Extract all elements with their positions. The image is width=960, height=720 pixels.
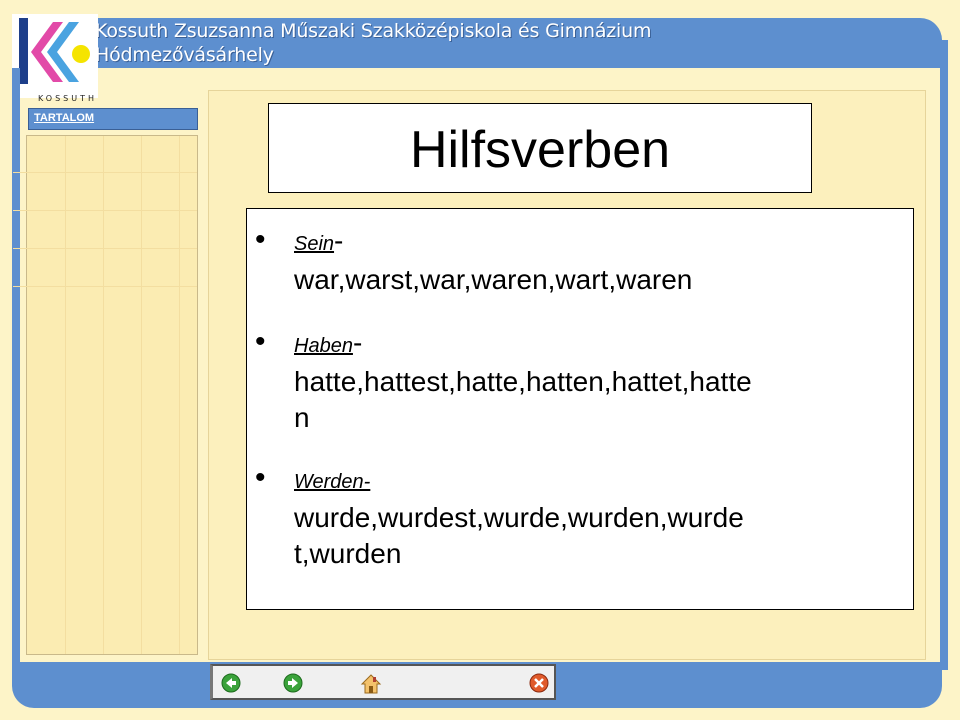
grid-line	[141, 136, 142, 654]
verb-forms: n	[294, 402, 310, 433]
verb-term: Sein	[294, 233, 335, 255]
close-button[interactable]	[529, 673, 549, 693]
verb-term: Haben	[294, 335, 353, 357]
verb-forms: t,wurden	[294, 538, 402, 569]
grid-line	[13, 286, 197, 287]
header: Kossuth Zsuzsanna Műszaki Szakközépiskol…	[0, 0, 960, 90]
verb-dash: -	[352, 327, 363, 358]
grid-line	[13, 248, 197, 249]
list-item: Werden- wurde,wurdest,wurde,wurden,wurde…	[294, 461, 904, 572]
sidebar-panel	[13, 135, 198, 655]
verb-forms: hatte,hattest,hatte,hatten,hattet,hatte	[294, 366, 752, 397]
bullet-icon: •	[255, 223, 266, 256]
verb-forms: war,warst,war,waren,wart,waren	[294, 264, 693, 295]
slide-body: • Sein- war,warst,war,waren,wart,waren •…	[246, 208, 914, 610]
k-logo-icon	[19, 18, 90, 84]
back-icon[interactable]	[221, 673, 241, 693]
grid-line	[13, 172, 197, 173]
school-logo: KOSSUTH	[12, 14, 98, 103]
grid-line	[65, 136, 66, 654]
slide-title-box: Hilfsverben	[268, 103, 812, 193]
sidebar-grid	[13, 136, 197, 654]
left-border	[12, 68, 20, 668]
right-border	[940, 40, 948, 670]
bullet-icon: •	[255, 325, 266, 358]
forward-icon[interactable]	[283, 673, 303, 693]
close-icon[interactable]	[529, 673, 549, 693]
back-button[interactable]	[221, 673, 241, 693]
bullet-icon: •	[255, 461, 266, 494]
city-name: Hódmezővásárhely	[95, 44, 274, 66]
sidebar-title[interactable]: TARTALOM	[34, 112, 94, 124]
list-item: Sein- war,warst,war,waren,wart,waren	[294, 223, 904, 298]
verb-term: Werden-	[294, 471, 371, 493]
verb-dash: -	[334, 225, 344, 256]
grid-line	[179, 136, 180, 654]
logo-text: KOSSUTH	[38, 94, 98, 103]
navigation-bar	[210, 664, 556, 700]
sidebar-header[interactable]: TARTALOM	[28, 108, 198, 130]
home-icon[interactable]	[360, 673, 382, 695]
school-name: Kossuth Zsuzsanna Műszaki Szakközépiskol…	[95, 20, 652, 42]
verb-forms: wurde,wurdest,wurde,wurden,wurde	[294, 502, 744, 533]
slide-title: Hilfsverben	[409, 121, 671, 179]
forward-button[interactable]	[283, 673, 303, 693]
grid-line	[103, 136, 104, 654]
grid-line	[13, 210, 197, 211]
home-button[interactable]	[360, 673, 382, 695]
list-item: Haben- hatte,hattest,hatte,hatten,hattet…	[294, 325, 904, 436]
